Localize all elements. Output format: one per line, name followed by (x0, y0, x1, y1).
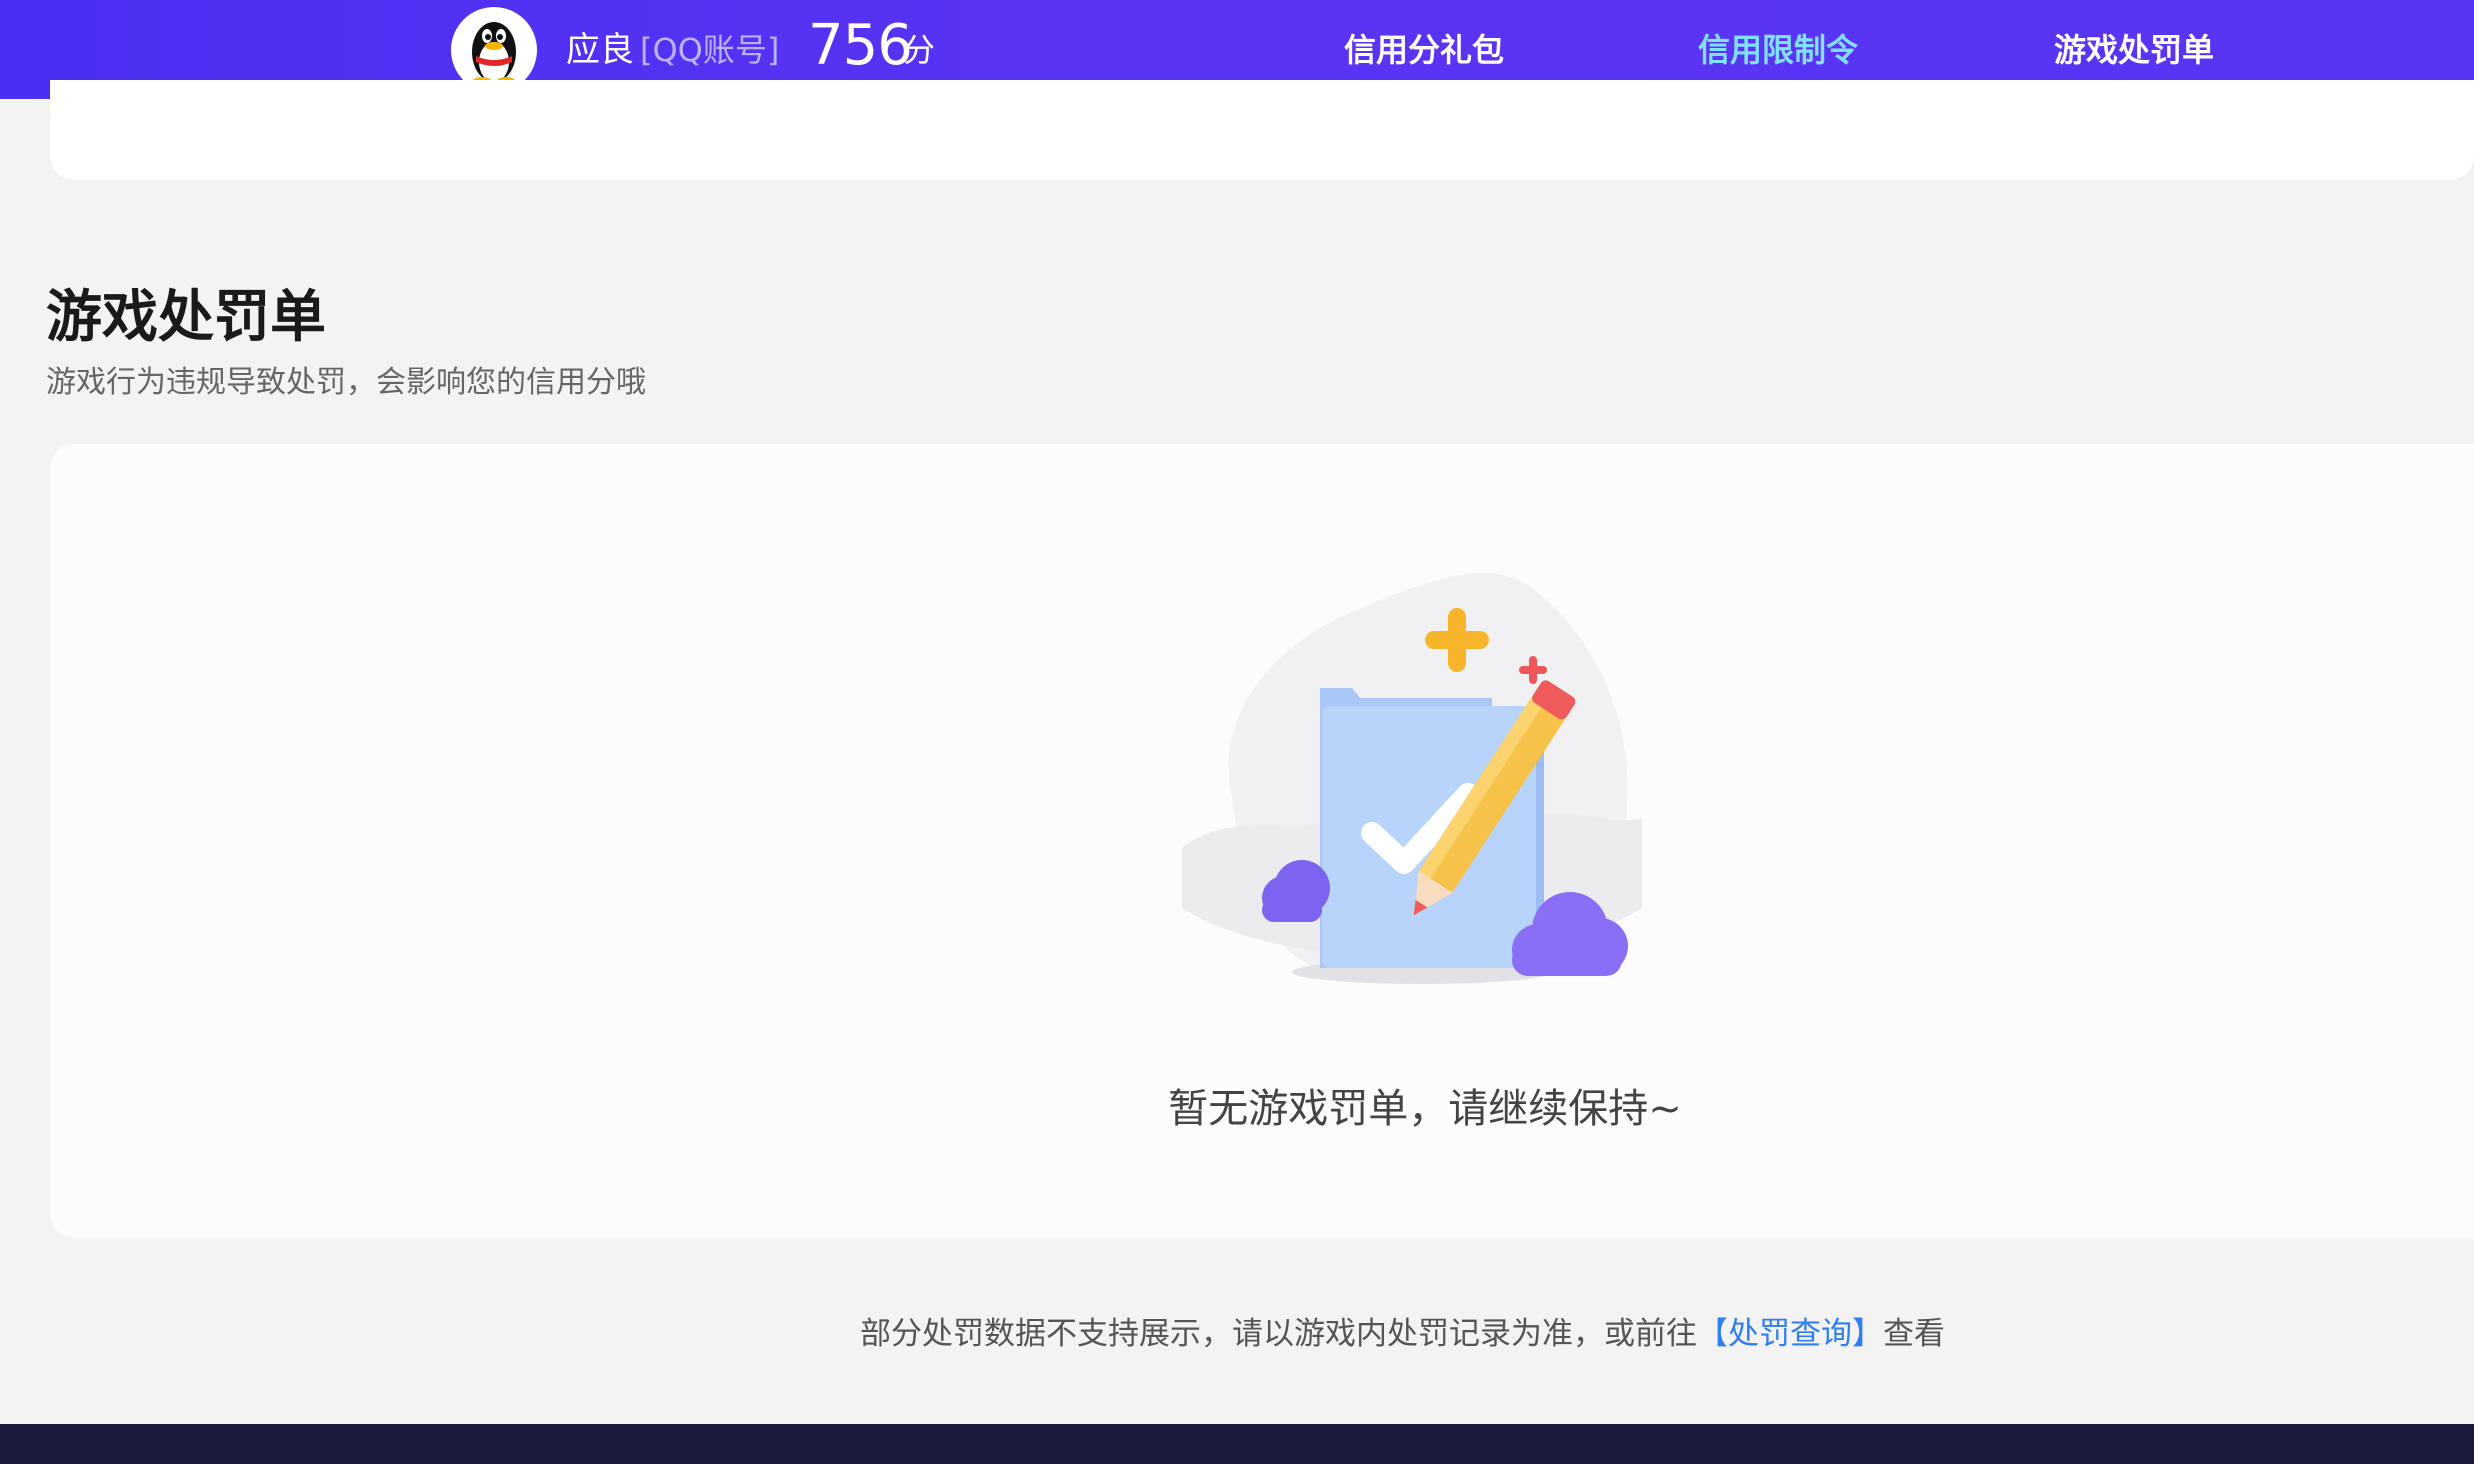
footer-note-suffix: 查看 (1883, 1316, 1945, 1352)
empty-state-illustration (1182, 573, 1642, 984)
username: 应良 (566, 30, 634, 70)
nav-tab-game-penalty[interactable]: 游戏处罚单 (2054, 26, 2214, 74)
penalty-query-link[interactable]: 【处罚查询】 (1697, 1316, 1883, 1352)
qq-penguin-icon (472, 22, 516, 87)
nav-tab-credit-restriction[interactable]: 信用限制令 (1698, 26, 1858, 74)
section-subtitle: 游戏行为违规导致处罚，会影响您的信用分哦 (46, 365, 646, 400)
credit-score-value: 756 (808, 13, 913, 78)
empty-state-message: 暂无游戏罚单，请继续保持~ (1168, 1086, 1682, 1132)
previous-section-card (50, 80, 2474, 180)
credit-score-unit: 分 (903, 31, 936, 69)
account-type-tag: [QQ账号] (640, 31, 780, 69)
footer-note: 部分处罚数据不支持展示，请以游戏内处罚记录为准，或前往【处罚查询】查看 (860, 1310, 1945, 1358)
bottom-footer-bar (0, 1424, 2474, 1464)
section-title: 游戏处罚单 (46, 285, 326, 350)
nav-tab-credit-gift[interactable]: 信用分礼包 (1344, 26, 1504, 74)
footer-note-text: 部分处罚数据不支持展示，请以游戏内处罚记录为准，或前往 (860, 1316, 1697, 1352)
